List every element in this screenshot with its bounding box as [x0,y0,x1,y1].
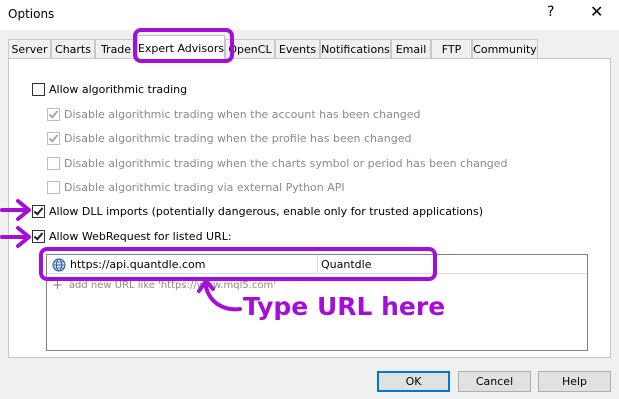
curved-arrow-icon [197,279,242,312]
allow-webrequest-label: Allow WebRequest for listed URL: [49,230,232,243]
disable-on-profile-change-checkbox [47,132,60,145]
allow-webrequest-option[interactable]: Allow WebRequest for listed URL: [32,230,232,243]
tab-ftp[interactable]: FTP [431,39,472,59]
annotation-type-url-here: Type URL here [243,292,446,321]
ok-button[interactable]: OK [377,371,450,392]
tab-trade[interactable]: Trade [95,39,137,59]
tab-notifications[interactable]: Notifications [320,39,391,59]
window-title: Options [8,7,55,21]
close-icon[interactable]: ✕ [590,2,603,21]
disable-via-python-checkbox [47,181,60,194]
disable-via-python-label: Disable algorithmic trading via external… [64,181,345,194]
title-bar: Options ? ✕ [0,0,619,30]
allow-dll-imports-option[interactable]: Allow DLL imports (potentially dangerous… [32,205,483,218]
cancel-button[interactable]: Cancel [458,371,531,392]
disable-on-account-change-label: Disable algorithmic trading when the acc… [64,108,421,121]
tab-strip: Server Charts Trade Expert Advisors Open… [0,30,619,60]
disable-on-symbol-change-option: Disable algorithmic trading when the cha… [47,157,508,170]
tab-email[interactable]: Email [391,39,431,59]
add-url-hint[interactable]: add new URL like 'https://www.mql5.com' [69,280,276,291]
disable-on-symbol-change-label: Disable algorithmic trading when the cha… [64,157,508,170]
arrow-right-icon [0,226,31,248]
arrow-right-icon [0,199,31,221]
disable-on-profile-change-label: Disable algorithmic trading when the pro… [64,132,412,145]
allow-dll-imports-label: Allow DLL imports (potentially dangerous… [49,205,484,218]
tab-charts[interactable]: Charts [51,39,95,59]
tab-events[interactable]: Events [275,39,320,59]
disable-on-account-change-checkbox [47,108,60,121]
help-button[interactable]: Help [538,371,611,392]
tab-community[interactable]: Community [472,39,538,59]
allow-algo-trading-label: Allow algorithmic trading [49,83,188,96]
help-icon[interactable]: ? [547,4,554,20]
disable-on-symbol-change-checkbox [47,157,60,170]
allow-algo-trading-option[interactable]: Allow algorithmic trading [32,83,187,96]
tab-server[interactable]: Server [8,39,51,59]
highlight-expert-advisors-tab [133,28,234,63]
allow-algo-trading-checkbox[interactable] [32,83,45,96]
disable-via-python-option: Disable algorithmic trading via external… [47,181,345,194]
disable-on-account-change-option: Disable algorithmic trading when the acc… [47,108,421,121]
disable-on-profile-change-option: Disable algorithmic trading when the pro… [47,132,411,145]
